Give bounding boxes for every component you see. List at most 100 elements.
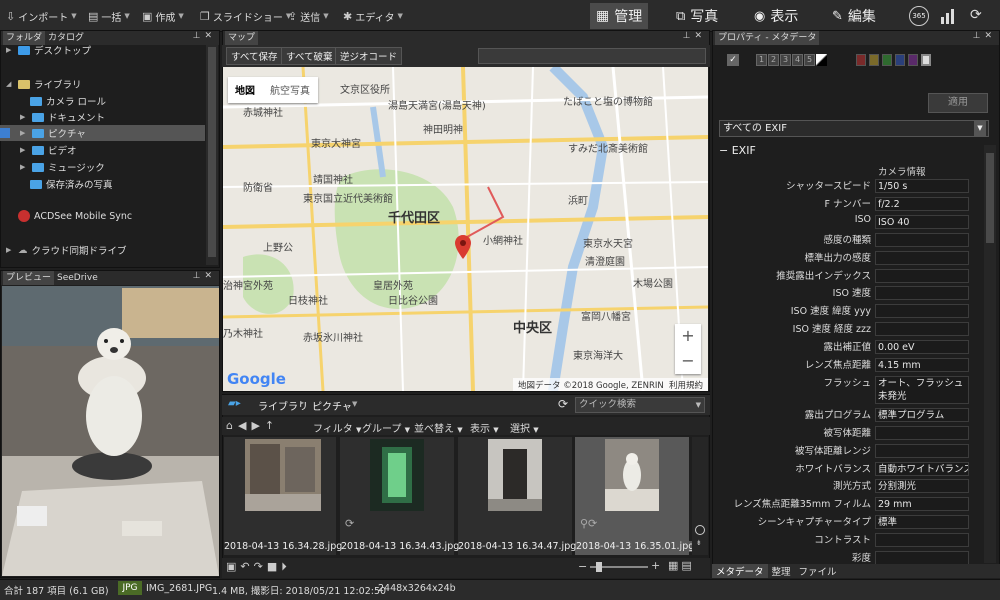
thumbnail-2[interactable]: ⟳ — [340, 437, 454, 555]
thumbnail-4-selected[interactable]: ⚲⟳ — [575, 437, 689, 555]
exif-value[interactable] — [875, 304, 969, 319]
map-view[interactable]: 地図 航空写真 文京区役所 湯島天満宮(湯島天神) たばこと塩の博物館 赤城神社… — [223, 67, 708, 391]
sidebar-item-mobile-sync[interactable]: ACDSee Mobile Sync — [6, 208, 132, 224]
rating-2[interactable]: 2 — [768, 54, 779, 66]
folders-scrollbar[interactable] — [206, 45, 218, 265]
panel-pin-close-icon[interactable]: ⊥✕ — [973, 31, 996, 41]
panel-pin-close-icon[interactable]: ⊥✕ — [683, 31, 706, 41]
quick-search-input[interactable]: クイック検索 ▼ — [575, 397, 705, 413]
sidebar-item-library[interactable]: ◢ ライブラリ — [6, 76, 82, 92]
exif-value[interactable]: 自動ホワイトバランス — [875, 461, 969, 476]
group-menu[interactable]: グループ ▼ — [362, 420, 410, 435]
exif-value[interactable] — [875, 533, 969, 548]
view-menu[interactable]: 表示 ▼ — [470, 420, 499, 435]
batch-menu[interactable]: ▤ 一括 ▼ — [88, 8, 130, 24]
tab-file[interactable]: ファイル — [795, 564, 841, 578]
view-mode-icons[interactable]: ▦▤ — [668, 559, 695, 572]
exif-value[interactable] — [875, 232, 969, 247]
exif-section-header[interactable]: − EXIF — [719, 144, 756, 157]
panel-pin-close-icon[interactable]: ⊥✕ — [193, 271, 216, 281]
zoom-in-thumb-icon[interactable]: + — [651, 559, 660, 572]
sidebar-item-music[interactable]: ▶ ミュージック — [20, 159, 105, 175]
tag-checkbox[interactable]: ✓ — [727, 54, 739, 66]
exif-filter-select[interactable]: すべての EXIF ▼ — [719, 120, 989, 137]
tab-metadata[interactable]: メタデータ — [712, 564, 768, 578]
color-label-none[interactable] — [921, 54, 931, 66]
zoom-out-thumb-icon[interactable]: − — [578, 560, 587, 573]
color-label-green[interactable] — [882, 54, 892, 66]
tab-preview[interactable]: プレビュー — [3, 271, 55, 285]
exif-value[interactable]: ISO 40 — [875, 214, 969, 229]
sidebar-item-saved-pictures[interactable]: 保存済みの写真 — [30, 176, 113, 192]
exif-value[interactable] — [875, 250, 969, 265]
zoom-out-button[interactable]: − — [675, 349, 701, 373]
apply-button[interactable]: 適用 — [928, 93, 988, 113]
properties-scrollbar[interactable] — [984, 145, 996, 563]
mode-edit[interactable]: ✎ 編集 — [826, 3, 882, 29]
exif-value[interactable] — [875, 425, 969, 440]
rating-5[interactable]: 5 — [804, 54, 815, 66]
exif-value[interactable]: 29 mm — [875, 497, 969, 512]
panel-pin-close-icon[interactable]: ⊥✕ — [193, 31, 216, 41]
thumbnail-size-slider[interactable] — [590, 562, 648, 572]
clear-rating-icon[interactable] — [816, 54, 827, 66]
sort-menu[interactable]: 並べ替え ▼ — [414, 420, 463, 435]
exif-value[interactable]: 標準 — [875, 515, 969, 530]
acdsee-365-button[interactable]: 365 — [909, 6, 929, 26]
dashboard-icon[interactable] — [940, 8, 958, 24]
sidebar-item-cloud-drive[interactable]: ▶ ☁ クラウド同期ドライブ — [6, 242, 127, 258]
color-label-blue[interactable] — [895, 54, 905, 66]
color-label-purple[interactable] — [908, 54, 918, 66]
exif-value[interactable] — [875, 268, 969, 283]
mode-photos[interactable]: ⧉ 写真 — [670, 3, 724, 29]
breadcrumb-pictures[interactable]: ピクチャ — [312, 398, 352, 413]
save-all-button[interactable]: すべて保存 — [226, 47, 283, 65]
sidebar-item-videos[interactable]: ▶ ビデオ — [20, 142, 77, 158]
refresh-icon[interactable]: ⟳ — [558, 397, 568, 411]
color-label-yellow[interactable] — [869, 54, 879, 66]
reverse-geocode-button[interactable]: 逆ジオコード — [335, 47, 403, 65]
sidebar-item-pictures[interactable]: ▶ ピクチャ — [20, 125, 86, 141]
sidebar-item-documents[interactable]: ▶ ドキュメント — [20, 109, 105, 125]
discard-all-button[interactable]: すべて破棄 — [281, 47, 338, 65]
exif-value[interactable] — [875, 322, 969, 337]
mode-view[interactable]: ◉ 表示 — [748, 3, 804, 29]
exif-value[interactable]: 分割測光 — [875, 479, 969, 494]
nav-buttons[interactable]: ⌂◀▶↑ — [226, 419, 279, 432]
slideshow-menu[interactable]: ❐ スライドショー ▼ — [200, 8, 291, 24]
tab-map[interactable]: マップ — [225, 31, 259, 45]
exif-value[interactable] — [875, 551, 969, 565]
zoom-in-button[interactable]: + — [675, 324, 701, 348]
map-type-aerial-button[interactable]: 航空写真 — [270, 82, 310, 97]
sidebar-item-camera-roll[interactable]: カメラ ロール — [30, 93, 106, 109]
filter-menu[interactable]: フィルタ ▼ — [313, 420, 361, 435]
exif-value[interactable] — [875, 286, 969, 301]
tab-properties-metadata[interactable]: プロパティ - メタデータ — [715, 31, 820, 45]
exif-value[interactable]: f/2.2 — [875, 196, 969, 211]
exif-value[interactable]: オート、フラッシュ未発光 — [875, 375, 969, 404]
import-menu[interactable]: ⇩ インポート ▼ — [6, 8, 77, 24]
editor-menu[interactable]: ✱ エディタ ▼ — [343, 8, 403, 24]
rating-4[interactable]: 4 — [792, 54, 803, 66]
sidebar-item-desktop[interactable]: ▶ デスクトップ — [6, 42, 91, 58]
terms-link[interactable]: 利用規約 — [669, 379, 703, 391]
exif-value[interactable]: 4.15 mm — [875, 358, 969, 372]
map-pin-icon[interactable] — [455, 235, 471, 259]
exif-value[interactable]: 標準プログラム — [875, 407, 969, 422]
select-menu[interactable]: 選択 ▼ — [510, 420, 539, 435]
tab-seedrive[interactable]: SeeDrive — [54, 271, 101, 285]
map-type-map-button[interactable]: 地図 — [235, 82, 255, 97]
send-menu[interactable]: ⇪ 送信 ▼ — [288, 8, 329, 24]
rotate-tools[interactable]: ▣↶↷■⏵ — [226, 560, 291, 574]
thumbnail-3[interactable] — [458, 437, 572, 555]
color-label-red[interactable] — [856, 54, 866, 66]
rating-1[interactable]: 1 — [756, 54, 767, 66]
map-search-input[interactable] — [478, 48, 706, 64]
create-menu[interactable]: ▣ 作成 ▼ — [142, 8, 184, 24]
rating-3[interactable]: 3 — [780, 54, 791, 66]
exif-value[interactable]: 0.00 eV — [875, 340, 969, 355]
tab-organize[interactable]: 整理 — [768, 564, 795, 578]
browser-scrollbar[interactable]: ⇟ — [692, 437, 708, 555]
refresh-eye-icon[interactable]: ⟳ — [970, 7, 990, 25]
mode-manage[interactable]: ▦ 管理 — [590, 3, 649, 29]
